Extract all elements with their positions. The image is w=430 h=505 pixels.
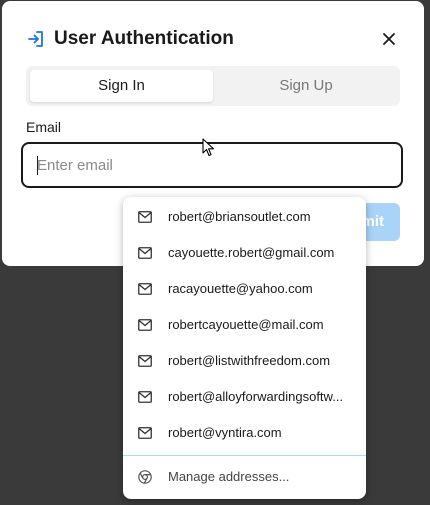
mouse-cursor-icon (202, 138, 215, 157)
tab-sign-up[interactable]: Sign Up (216, 70, 396, 102)
mail-icon (138, 283, 152, 295)
autofill-divider (123, 455, 366, 456)
mail-icon (138, 355, 152, 367)
auth-tabs: Sign In Sign Up (26, 66, 400, 106)
tab-sign-in[interactable]: Sign In (30, 70, 213, 102)
autofill-suggestion-label: racayouette@yahoo.com (168, 281, 313, 296)
text-caret (37, 156, 38, 175)
mail-icon (138, 427, 152, 439)
autofill-suggestion-label: robert@briansoutlet.com (168, 209, 311, 224)
mail-icon (138, 319, 152, 331)
chrome-icon (138, 470, 152, 484)
mail-icon (138, 391, 152, 403)
autofill-suggestion-label: robertcayouette@mail.com (168, 317, 324, 332)
autofill-suggestion[interactable]: robert@listwithfreedom.com (123, 343, 366, 379)
login-arrow-icon (28, 31, 43, 47)
manage-addresses-label: Manage addresses... (168, 469, 290, 484)
autofill-suggestion[interactable]: robert@vyntira.com (123, 415, 366, 451)
autofill-suggestion[interactable]: racayouette@yahoo.com (123, 271, 366, 307)
mail-icon (138, 247, 152, 259)
autofill-suggestion[interactable]: robertcayouette@mail.com (123, 307, 366, 343)
mail-icon (138, 211, 152, 223)
autofill-suggestion-label: robert@listwithfreedom.com (168, 353, 331, 368)
autofill-suggestion[interactable]: robert@briansoutlet.com (123, 199, 366, 235)
manage-addresses-item[interactable]: Manage addresses... (123, 460, 366, 494)
close-icon[interactable] (378, 28, 400, 50)
autofill-dropdown: robert@briansoutlet.com cayouette.robert… (123, 197, 366, 499)
autofill-suggestion[interactable]: cayouette.robert@gmail.com (123, 235, 366, 271)
autofill-suggestion[interactable]: robert@alloyforwardingsoftw... (123, 379, 366, 415)
autofill-suggestion-label: robert@alloyforwardingsoftw... (168, 389, 344, 404)
autofill-suggestion-label: cayouette.robert@gmail.com (168, 245, 335, 260)
autofill-suggestion-label: robert@vyntira.com (168, 425, 282, 440)
email-label: Email (26, 119, 62, 135)
dialog-title: User Authentication (54, 28, 234, 49)
